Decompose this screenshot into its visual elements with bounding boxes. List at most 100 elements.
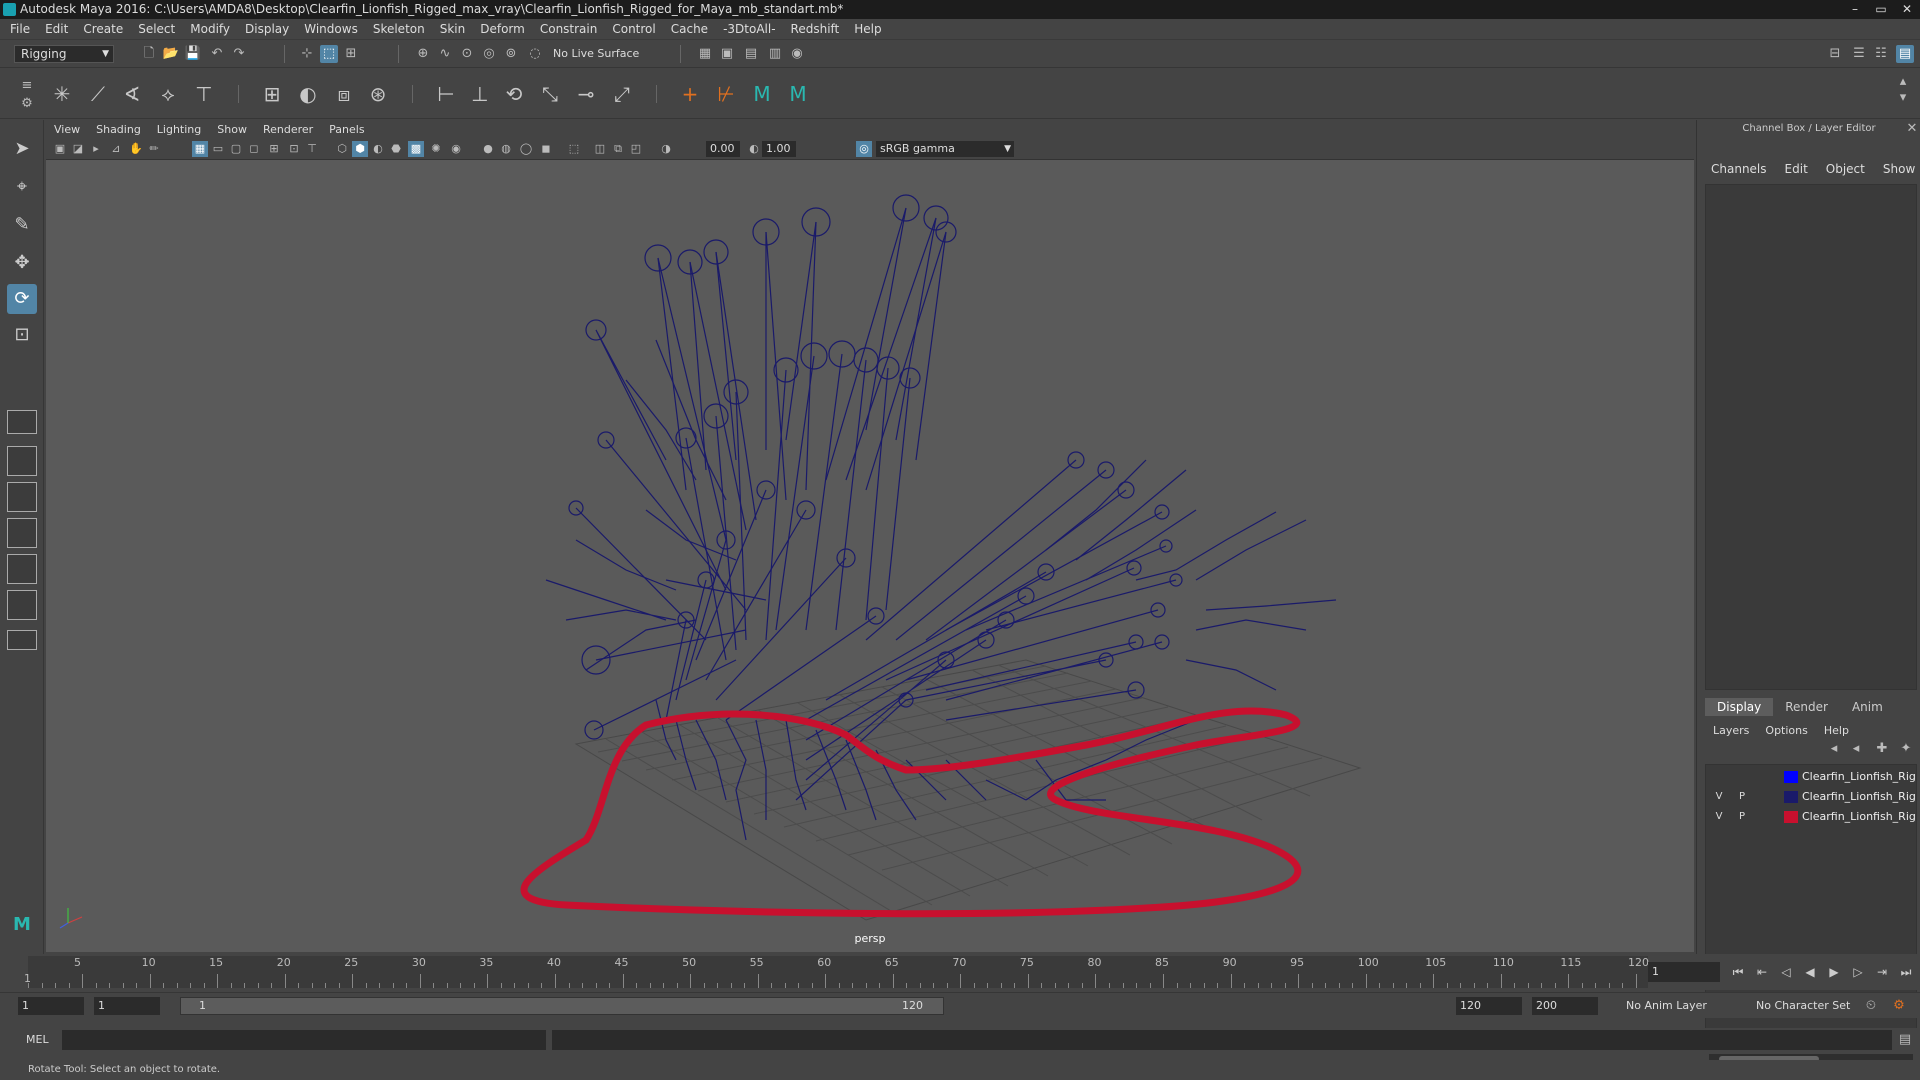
ik-spline-icon[interactable]: ∢ <box>118 80 146 108</box>
use-default-material-icon[interactable]: ◐ <box>370 141 386 157</box>
menu-cache[interactable]: Cache <box>671 22 708 36</box>
save-scene-icon[interactable]: 💾 <box>184 45 202 63</box>
scale-constraint-icon[interactable]: ⤡ <box>536 80 564 108</box>
snap-point-icon[interactable]: ⊙ <box>458 45 476 63</box>
help-menu[interactable]: Help <box>1824 724 1849 737</box>
menu-edit[interactable]: Edit <box>45 22 68 36</box>
menu-create[interactable]: Create <box>83 22 123 36</box>
redo-icon[interactable]: ↷ <box>230 45 248 63</box>
layer-color-swatch[interactable] <box>1784 771 1798 783</box>
snap-grid-icon[interactable]: ⊕ <box>414 45 432 63</box>
bind-skin-icon[interactable]: ⊞ <box>258 80 286 108</box>
layer-row[interactable]: V P Clearfin_Lionfish_Rigg <box>1706 809 1918 827</box>
rotate-tool-icon[interactable]: ⟳ <box>7 284 37 314</box>
layer-visibility-toggle[interactable] <box>1710 769 1728 785</box>
wireframe-on-shaded-icon[interactable]: ⬣ <box>388 141 404 157</box>
two-pane-side-layout-icon[interactable] <box>7 482 37 512</box>
locator-joint-icon[interactable]: ⊬ <box>712 80 740 108</box>
pole-vector-icon[interactable]: ⤢ <box>608 80 636 108</box>
2d-pan-zoom-icon[interactable]: ✋ <box>128 141 144 157</box>
animation-end-field[interactable]: 200 <box>1532 997 1598 1015</box>
parent-constraint-icon[interactable]: ⊢ <box>432 80 460 108</box>
depth-of-field-icon[interactable]: ◼ <box>538 141 554 157</box>
menu-3dtoall[interactable]: -3DtoAll- <box>723 22 775 36</box>
play-backwards-icon[interactable]: ◀ <box>1800 963 1820 981</box>
options-menu[interactable]: Options <box>1765 724 1807 737</box>
use-all-lights-icon[interactable]: ✺ <box>428 141 444 157</box>
safe-title-icon[interactable]: ⊤ <box>304 141 320 157</box>
graph-editor-layout-icon[interactable] <box>7 590 37 620</box>
auto-key-icon[interactable]: ⏲ <box>1862 997 1880 1015</box>
gamma-icon[interactable]: ◐ <box>746 141 762 157</box>
character-set-dropdown[interactable]: No Character Set <box>1756 997 1850 1015</box>
show-menu[interactable]: Show <box>1883 162 1915 176</box>
aim-constraint-icon[interactable]: ⊸ <box>572 80 600 108</box>
minimize-button[interactable]: – <box>1842 0 1868 19</box>
panel-menu-lighting[interactable]: Lighting <box>157 123 201 136</box>
film-gate-icon[interactable]: ▭ <box>210 141 226 157</box>
layer-row[interactable]: V P Clearfin_Lionfish_Rigg <box>1706 789 1918 807</box>
hypershade-icon[interactable]: ◉ <box>788 45 806 63</box>
snap-vertex-icon[interactable]: ◌ <box>526 45 544 63</box>
lasso-tool-icon[interactable]: ⌖ <box>7 172 37 202</box>
two-pane-stacked-layout-icon[interactable] <box>7 518 37 548</box>
channel-box-toggle-icon[interactable]: ▤ <box>1896 45 1914 63</box>
menu-select[interactable]: Select <box>138 22 175 36</box>
playback-start-field[interactable]: 1 <box>94 997 160 1015</box>
move-layer-down-icon[interactable]: ◂ <box>1847 740 1865 758</box>
select-tool-icon[interactable]: ➤ <box>7 134 37 164</box>
wireframe-icon[interactable]: ⬡ <box>334 141 350 157</box>
menu-file[interactable]: File <box>10 22 30 36</box>
scale-tool-icon[interactable]: ⊡ <box>7 320 37 350</box>
tab-render[interactable]: Render <box>1773 698 1840 716</box>
edit-menu[interactable]: Edit <box>1785 162 1808 176</box>
attribute-editor-icon[interactable]: ☰ <box>1850 45 1868 63</box>
maya-m-alt-icon[interactable]: M <box>784 80 812 108</box>
snap-surface-icon[interactable]: ⊚ <box>502 45 520 63</box>
close-button[interactable]: ✕ <box>1894 0 1920 19</box>
select-component-icon[interactable]: ⊞ <box>342 45 360 63</box>
layer-color-swatch[interactable] <box>1784 811 1798 823</box>
menu-skin[interactable]: Skin <box>440 22 466 36</box>
screen-space-ao-icon[interactable]: ● <box>480 141 496 157</box>
menu-redshift[interactable]: Redshift <box>791 22 840 36</box>
field-chart-icon[interactable]: ⊞ <box>266 141 282 157</box>
undo-icon[interactable]: ↶ <box>208 45 226 63</box>
xray-joints-icon[interactable]: ⧉ <box>610 141 626 157</box>
menu-set-dropdown[interactable]: Rigging ▼ <box>14 45 114 63</box>
menu-constrain[interactable]: Constrain <box>540 22 598 36</box>
camera-attributes-icon[interactable]: ◪ <box>70 141 86 157</box>
menu-modify[interactable]: Modify <box>190 22 230 36</box>
layer-row[interactable]: Clearfin_Lionfish_Rigg <box>1706 769 1918 787</box>
grid-toggle-icon[interactable]: ▦ <box>192 141 208 157</box>
open-scene-icon[interactable]: 📂 <box>162 45 180 63</box>
move-tool-icon[interactable]: ✥ <box>7 248 37 278</box>
shadows-icon[interactable]: ◉ <box>448 141 464 157</box>
object-menu[interactable]: Object <box>1826 162 1865 176</box>
modeling-toolkit-icon[interactable]: ⊟ <box>1826 45 1844 63</box>
insert-joint-icon[interactable]: ⟡ <box>154 80 182 108</box>
time-track[interactable]: 5 10 15 20 25 30 35 40 45 50 55 60 65 70 75 80 85 90 95 100… <box>28 956 1649 988</box>
play-forwards-icon[interactable]: ▶ <box>1824 963 1844 981</box>
menu-skeleton[interactable]: Skeleton <box>373 22 425 36</box>
single-pane-layout-icon[interactable] <box>7 410 37 434</box>
script-language-label[interactable]: MEL <box>26 1032 49 1048</box>
new-layer-icon[interactable]: ✚ <box>1873 740 1891 758</box>
panel-menu-renderer[interactable]: Renderer <box>263 123 313 136</box>
playback-end-field[interactable]: 120 <box>1456 997 1522 1015</box>
smooth-shade-icon[interactable]: ⬢ <box>352 141 368 157</box>
layers-menu[interactable]: Layers <box>1713 724 1749 737</box>
resolution-gate-icon[interactable]: ▢ <box>228 141 244 157</box>
gate-mask-icon[interactable]: ◻ <box>246 141 262 157</box>
menu-control[interactable]: Control <box>612 22 655 36</box>
layer-visibility-toggle[interactable]: V <box>1710 809 1728 825</box>
ipr-render-icon[interactable]: ▤ <box>742 45 760 63</box>
mirror-joint-icon[interactable]: ⊤ <box>190 80 218 108</box>
layer-playback-toggle[interactable]: P <box>1733 789 1751 805</box>
layer-visibility-toggle[interactable]: V <box>1710 789 1728 805</box>
lattice-icon[interactable]: ⧈ <box>330 80 358 108</box>
snap-curve-icon[interactable]: ∿ <box>436 45 454 63</box>
command-input[interactable] <box>62 1030 546 1050</box>
more-layouts-icon[interactable] <box>7 630 37 650</box>
perspective-viewport[interactable]: persp <box>46 160 1694 952</box>
